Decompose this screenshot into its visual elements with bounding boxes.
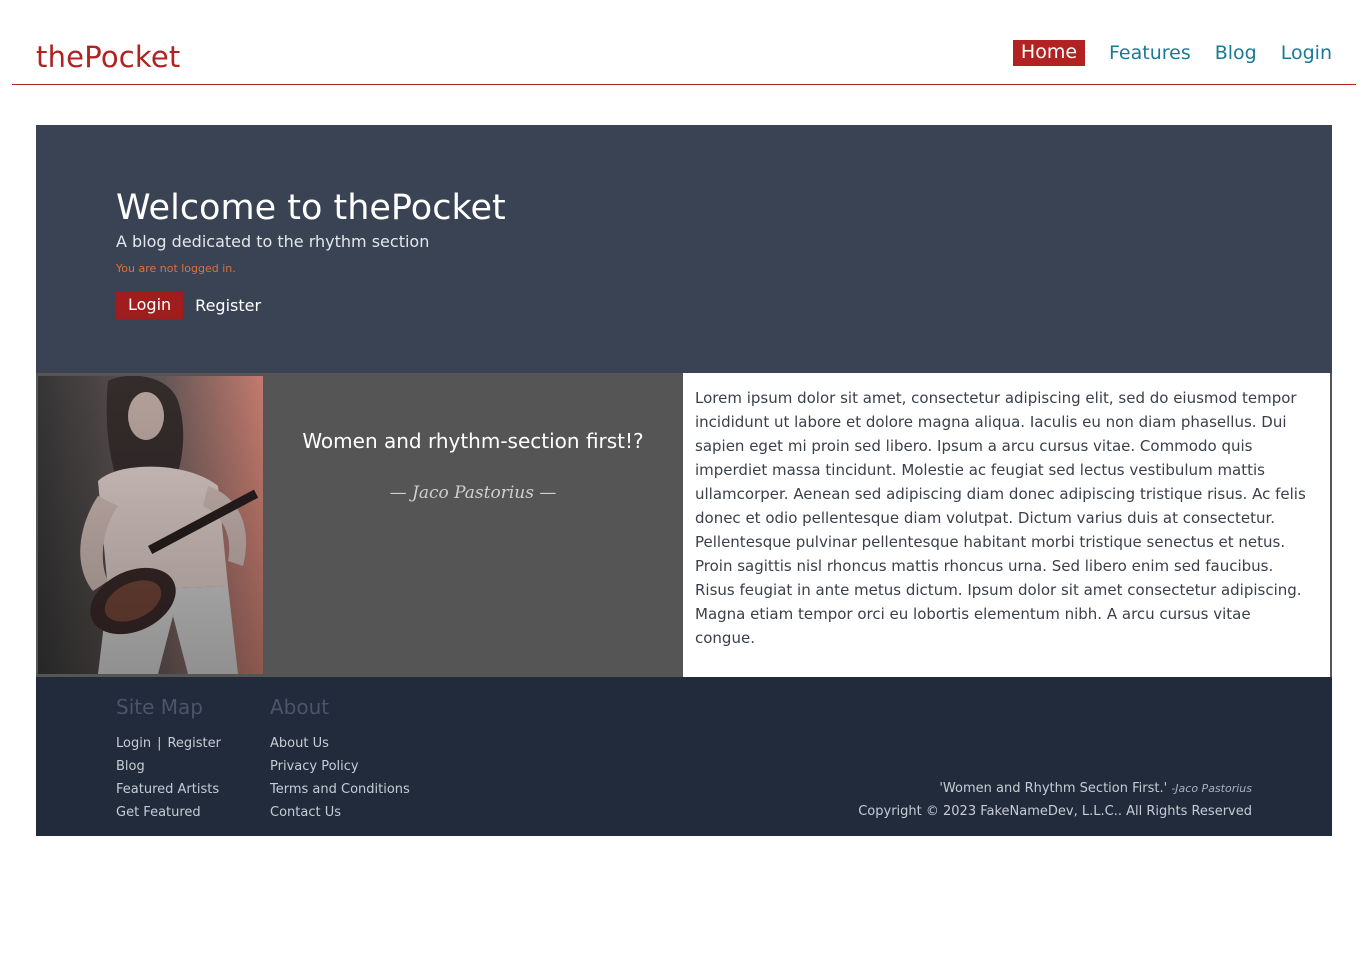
about-column: About About Us Privacy Policy Terms and …	[270, 695, 410, 824]
nav-home[interactable]: Home	[1012, 40, 1086, 66]
site-footer: Site Map Login | Register Blog Featured Ar…	[36, 677, 1332, 836]
login-button[interactable]: Login	[116, 292, 184, 319]
footer-get-featured-link[interactable]: Get Featured	[116, 801, 221, 824]
sitemap-title: Site Map	[116, 695, 203, 719]
hero-title: Welcome to thePocket	[116, 188, 506, 228]
bassist-photo	[38, 376, 263, 674]
hero-actions: Login Register	[116, 292, 261, 319]
hero-section: Welcome to thePocket A blog dedicated to…	[36, 125, 1332, 373]
footer-blog-link[interactable]: Blog	[116, 755, 221, 778]
about-title: About	[270, 695, 330, 719]
quote-author: — Jaco Pastorius —	[389, 483, 557, 503]
nav-features[interactable]: Features	[1109, 42, 1191, 64]
top-header: thePocket Home Features Blog Login	[12, 0, 1356, 85]
main-nav: Home Features Blog Login	[1012, 40, 1332, 66]
feature-quote: Women and rhythm-section first!? — Jaco …	[263, 373, 683, 677]
footer-featured-artists-link[interactable]: Featured Artists	[116, 778, 221, 801]
footer-credits: 'Women and Rhythm Section First.' -Jaco …	[858, 777, 1252, 823]
quote-text: Women and rhythm-section first!?	[302, 429, 644, 453]
footer-quote: 'Women and Rhythm Section First.' -Jaco …	[858, 777, 1252, 800]
feature-body: Lorem ipsum dolor sit amet, consectetur …	[683, 373, 1330, 677]
footer-contact-link[interactable]: Contact Us	[270, 801, 410, 824]
nav-login[interactable]: Login	[1281, 42, 1332, 64]
footer-login-link[interactable]: Login	[116, 736, 151, 751]
footer-terms-link[interactable]: Terms and Conditions	[270, 778, 410, 801]
hero-subtitle: A blog dedicated to the rhythm section	[116, 232, 430, 251]
login-status: You are not logged in.	[116, 262, 236, 275]
sitemap-row-auth: Login | Register	[116, 732, 221, 755]
footer-about-us-link[interactable]: About Us	[270, 732, 410, 755]
brand-logo[interactable]: thePocket	[36, 40, 181, 74]
copyright: Copyright © 2023 FakeNameDev, L.L.C.. Al…	[858, 804, 1252, 819]
footer-quote-text: 'Women and Rhythm Section First.'	[939, 781, 1168, 796]
footer-register-link[interactable]: Register	[167, 736, 221, 751]
footer-privacy-link[interactable]: Privacy Policy	[270, 755, 410, 778]
separator: |	[157, 736, 162, 751]
register-button[interactable]: Register	[195, 296, 261, 315]
nav-blog[interactable]: Blog	[1215, 42, 1257, 64]
bassist-image	[38, 376, 263, 674]
footer-quote-author: -Jaco Pastorius	[1171, 782, 1252, 795]
feature-band: Women and rhythm-section first!? — Jaco …	[36, 373, 1332, 677]
sitemap-column: Site Map Login | Register Blog Featured Ar…	[116, 695, 221, 824]
